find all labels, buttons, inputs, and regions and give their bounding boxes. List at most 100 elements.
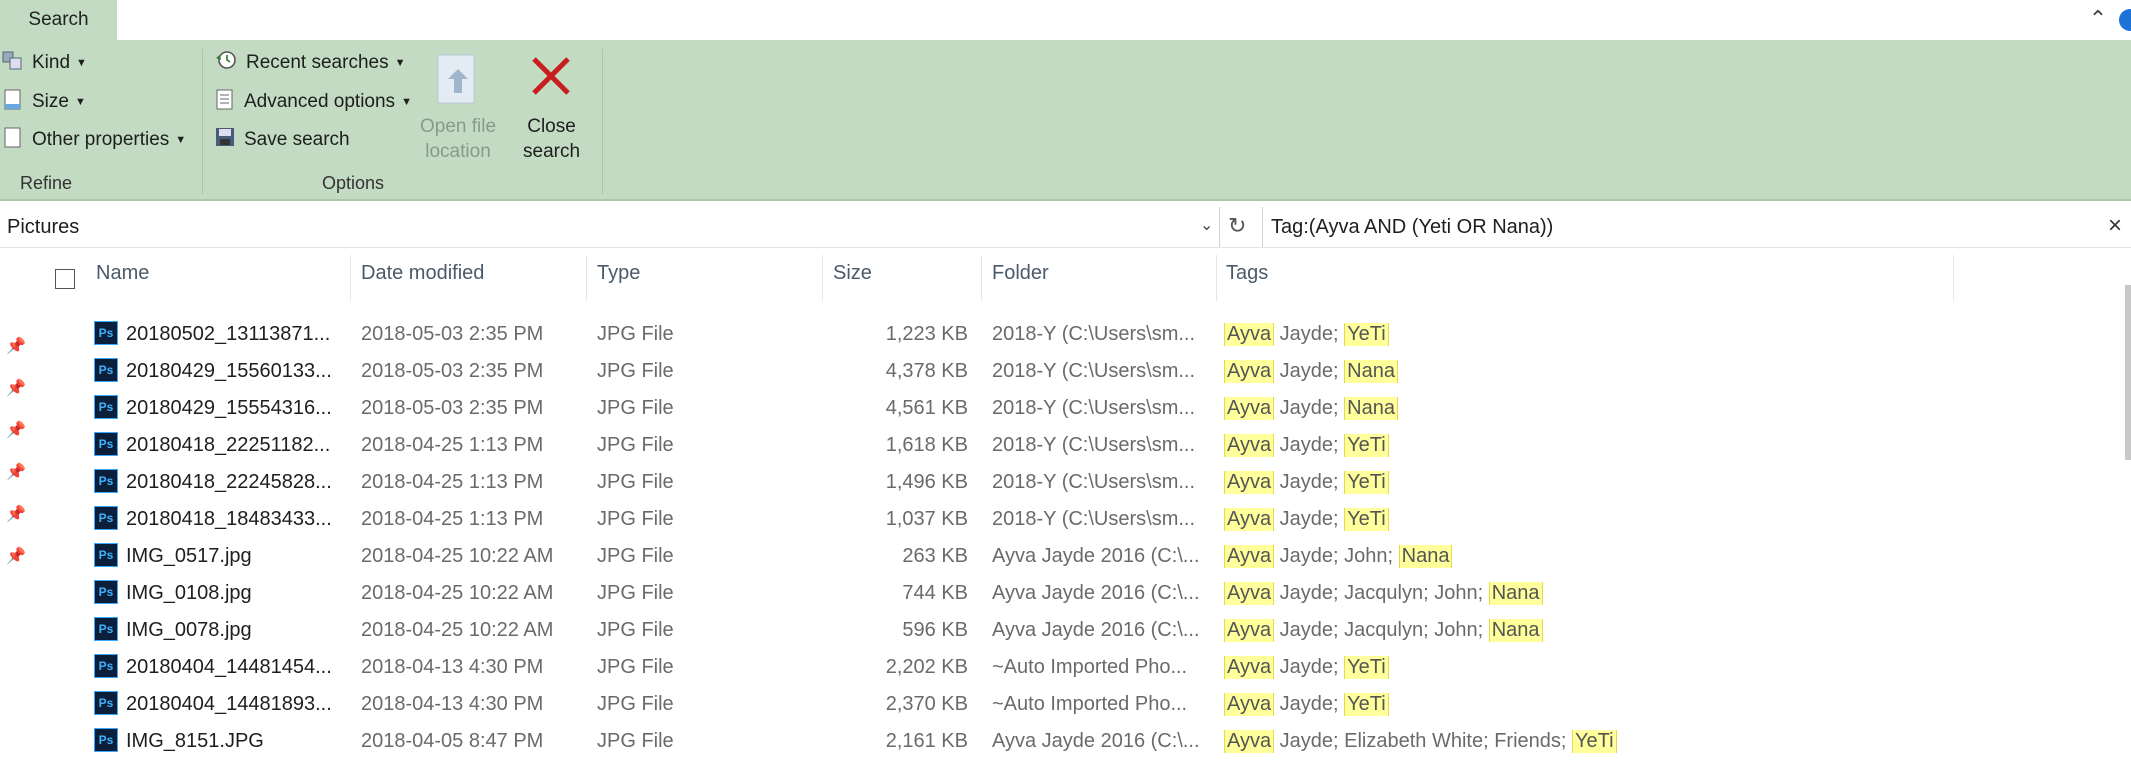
tab-search[interactable]: Search — [0, 0, 117, 40]
column-header-folder[interactable]: Folder — [992, 262, 1049, 285]
table-row[interactable]: Ps 20180418_22251182... 2018-04-25 1:13 PM… — [0, 429, 2120, 466]
advanced-options-button[interactable]: Advanced options ▼ — [214, 88, 412, 116]
date-modified: 2018-04-25 1:13 PM — [361, 434, 544, 456]
chevron-down-icon: ▼ — [394, 57, 406, 69]
table-row[interactable]: Ps IMG_0108.jpg 2018-04-25 10:22 AM JPG Fil… — [0, 577, 2120, 614]
table-row[interactable]: Ps 20180404_14481893... 2018-04-13 4:30 PM… — [0, 688, 2120, 725]
column-header-size[interactable]: Size — [833, 262, 872, 285]
tag-text: Jayde; Jacqulyn; John; — [1274, 619, 1489, 641]
table-row[interactable]: Ps IMG_0517.jpg 2018-04-25 10:22 AM JPG Fil… — [0, 540, 2120, 577]
photoshop-file-icon: Ps — [94, 321, 118, 345]
column-header-date-modified[interactable]: Date modified — [361, 262, 484, 285]
chevron-down-icon: ▼ — [76, 57, 87, 69]
tags-cell: Ayva Jayde; Jacqulyn; John; Nana — [1224, 582, 2104, 605]
tag-text: Jayde; — [1274, 471, 1345, 493]
open-file-location-button[interactable]: Open file location — [420, 53, 496, 164]
column-header-name[interactable]: Name — [96, 262, 149, 285]
column-divider[interactable] — [822, 255, 823, 301]
column-header-tags[interactable]: Tags — [1226, 262, 1268, 285]
location-dropdown-chevron-icon[interactable]: ⌄ — [1200, 215, 1213, 235]
column-divider[interactable] — [1953, 255, 1954, 301]
other-properties-button[interactable]: Other properties ▼ — [2, 126, 186, 154]
folder-path: 2018-Y (C:\Users\sm... — [992, 323, 1196, 345]
file-name: 20180404_14481893... — [126, 693, 332, 715]
table-row[interactable]: Ps IMG_0078.jpg 2018-04-25 10:22 AM JPG Fil… — [0, 614, 2120, 651]
photoshop-file-icon: Ps — [94, 432, 118, 456]
photoshop-file-icon: Ps — [94, 543, 118, 567]
tag-highlight: Ayva — [1224, 397, 1275, 420]
recent-searches-button[interactable]: Recent searches ▼ — [214, 49, 405, 77]
tags-cell: Ayva Jayde; Elizabeth White; Friends; Ye… — [1224, 730, 2104, 753]
folder-path: 2018-Y (C:\Users\sm... — [992, 471, 1196, 493]
table-row[interactable]: Ps 20180429_15560133... 2018-05-03 2:35 PM… — [0, 355, 2120, 392]
folder-path: 2018-Y (C:\Users\sm... — [992, 397, 1196, 419]
tags-cell: Ayva Jayde; Nana — [1224, 397, 2104, 420]
location-bar[interactable]: Pictures — [0, 207, 1220, 247]
clear-search-icon[interactable]: × — [2108, 212, 2122, 240]
tag-highlight: YeTi — [1344, 656, 1389, 679]
date-modified: 2018-04-25 10:22 AM — [361, 545, 554, 567]
table-row[interactable]: Ps 20180418_18483433... 2018-04-25 1:13 PM… — [0, 503, 2120, 540]
refresh-icon[interactable]: ↻ — [1228, 213, 1246, 239]
folder-path: Ayva Jayde 2016 (C:\... — [992, 582, 1200, 604]
table-row[interactable]: Ps 20180429_15554316... 2018-05-03 2:35 PM… — [0, 392, 2120, 429]
file-name: 20180502_13113871... — [126, 323, 331, 345]
table-row[interactable]: Ps 20180502_13113871... 2018-05-03 2:35 PM… — [0, 318, 2120, 355]
folder-path: 2018-Y (C:\Users\sm... — [992, 508, 1196, 530]
file-name: 20180418_18483433... — [126, 508, 332, 530]
file-size: 1,037 KB — [885, 508, 968, 530]
collapse-ribbon-chevron-icon[interactable]: ⌃ — [2085, 6, 2111, 32]
chevron-down-icon: ▼ — [74, 96, 86, 108]
vertical-scrollbar[interactable] — [2125, 285, 2131, 460]
table-row[interactable]: Ps IMG_8151.JPG 2018-04-05 8:47 PM JPG File… — [0, 725, 2120, 762]
date-modified: 2018-04-25 1:13 PM — [361, 508, 544, 530]
tag-highlight: Ayva — [1224, 360, 1275, 383]
close-icon — [528, 53, 576, 114]
tag-text: Jayde; — [1274, 693, 1345, 715]
file-type: JPG File — [597, 693, 674, 715]
column-divider[interactable] — [586, 255, 587, 301]
open-file-location-label-1: Open file — [420, 116, 497, 137]
file-name: 20180418_22251182... — [126, 434, 331, 456]
close-search-label-1: Close — [527, 116, 576, 137]
column-divider[interactable] — [981, 255, 982, 301]
tag-highlight: YeTi — [1344, 323, 1389, 346]
folder-path: ~Auto Imported Pho... — [992, 693, 1188, 715]
date-modified: 2018-05-03 2:35 PM — [361, 360, 544, 382]
file-size: 263 KB — [902, 545, 968, 567]
options-group-label: Options — [322, 173, 385, 193]
kind-button[interactable]: Kind ▼ — [2, 49, 87, 77]
column-divider[interactable] — [350, 255, 351, 301]
column-divider[interactable] — [1216, 255, 1217, 301]
search-input[interactable]: Tag:(Ayva AND (Yeti OR Nana)) — [1262, 207, 2131, 247]
tag-highlight: Nana — [1488, 619, 1543, 642]
file-name: IMG_0108.jpg — [126, 582, 252, 604]
tag-highlight: Ayva — [1224, 545, 1275, 568]
tag-text: Jayde; — [1274, 656, 1345, 678]
file-type: JPG File — [597, 545, 674, 567]
tag-highlight: Nana — [1488, 582, 1543, 605]
select-all-checkbox[interactable] — [55, 269, 75, 289]
tag-highlight: YeTi — [1344, 508, 1389, 531]
file-type: JPG File — [597, 471, 674, 493]
tags-cell: Ayva Jayde; YeTi — [1224, 508, 2104, 531]
column-header-type[interactable]: Type — [597, 262, 640, 285]
help-icon[interactable] — [2119, 9, 2131, 31]
table-row[interactable]: Ps 20180404_14481454... 2018-04-13 4:30 PM… — [0, 651, 2120, 688]
close-search-button[interactable]: Close search — [523, 53, 580, 164]
close-search-label-2: search — [523, 141, 581, 162]
group-divider — [602, 49, 603, 194]
file-size: 1,223 KB — [885, 323, 968, 345]
tag-highlight: YeTi — [1344, 693, 1389, 716]
folder-path: Ayva Jayde 2016 (C:\... — [992, 730, 1200, 752]
size-button[interactable]: Size ▼ — [2, 88, 86, 116]
kind-icon — [2, 49, 24, 77]
save-search-button[interactable]: Save search — [214, 126, 350, 154]
folder-path: 2018-Y (C:\Users\sm... — [992, 434, 1196, 456]
file-name: 20180429_15560133... — [126, 360, 332, 382]
table-row[interactable]: Ps 20180418_22245828... 2018-04-25 1:13 PM… — [0, 466, 2120, 503]
file-type: JPG File — [597, 360, 674, 382]
file-type: JPG File — [597, 508, 674, 530]
tag-text: Jayde; John; — [1274, 545, 1399, 567]
tags-cell: Ayva Jayde; YeTi — [1224, 434, 2104, 457]
